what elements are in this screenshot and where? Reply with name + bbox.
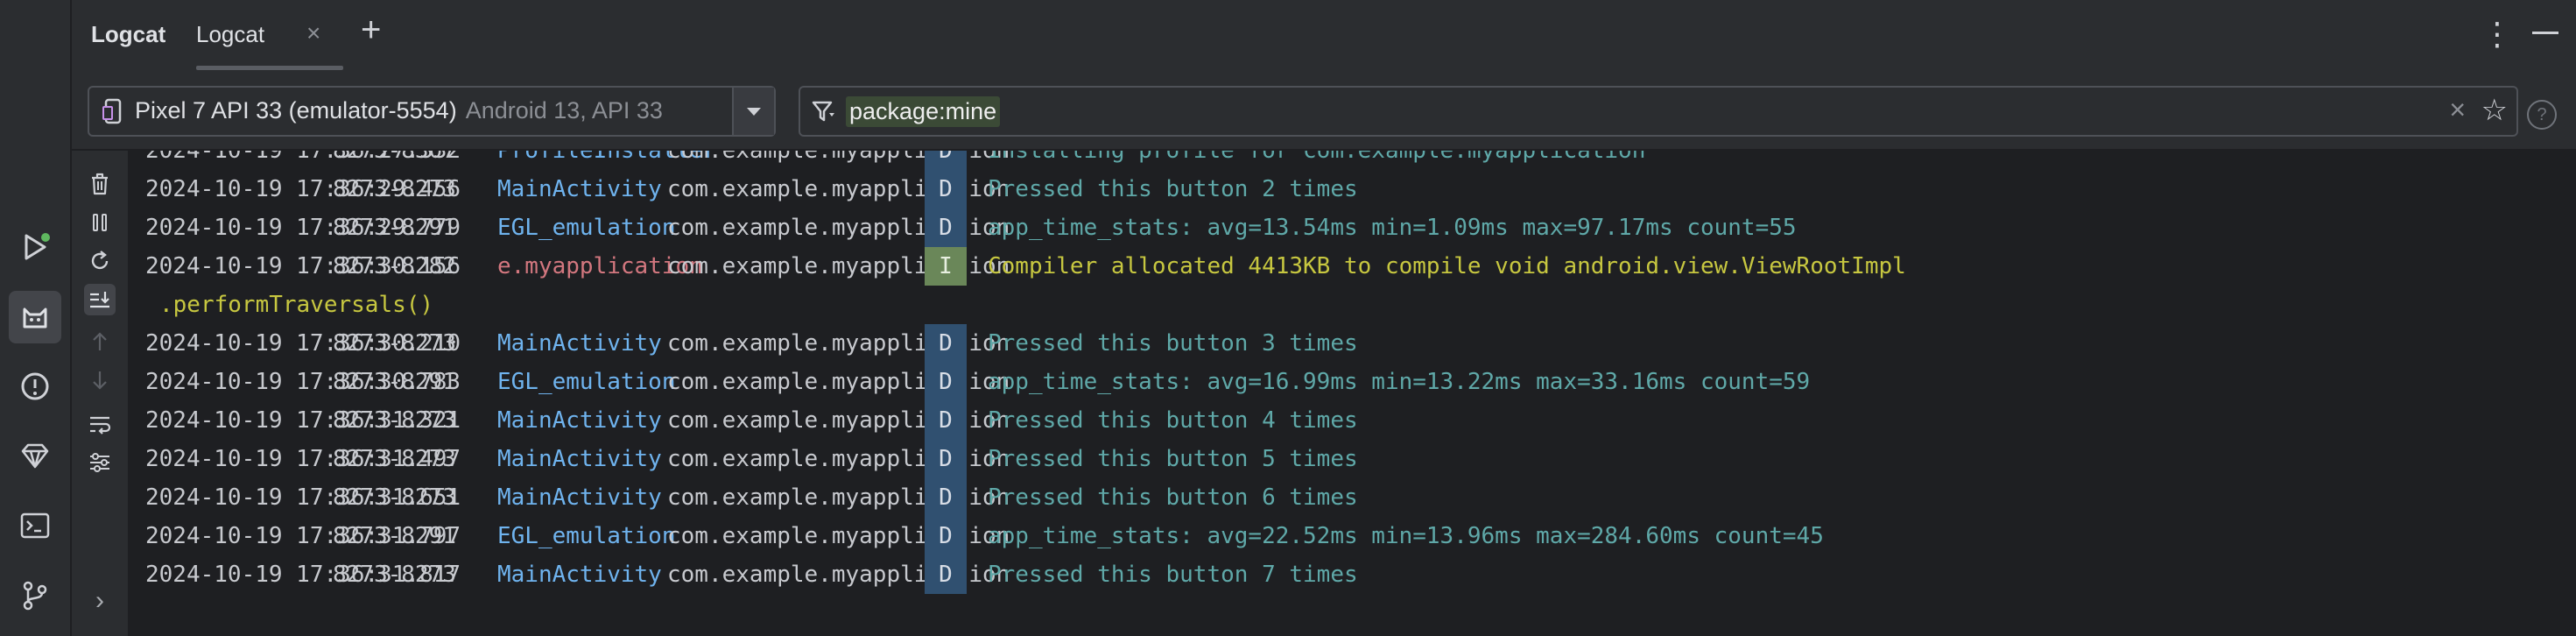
log-level-badge: D [925,555,967,594]
ide-tool-strip [0,0,72,636]
help-icon[interactable]: ? [2527,100,2557,130]
soft-wrap-icon[interactable] [84,408,116,440]
log-pid: 8273-8273 [333,407,456,434]
run-icon[interactable] [18,230,53,265]
log-message: Pressed this button 6 times [988,484,1358,511]
logcat-toolwindow: Logcat Logcat × + ⋮ Pixel 7 API 33 (emul… [72,0,2576,636]
log-tag: MainActivity [497,330,662,357]
log-pid: 8273-8282 [333,253,456,279]
log-message: Pressed this button 7 times [988,562,1358,588]
log-tag: MainActivity [497,446,662,472]
problems-icon[interactable] [18,369,53,404]
terminal-icon[interactable] [18,508,53,543]
log-level-badge: D [925,208,967,247]
log-tag: MainActivity [497,407,662,434]
log-pid: 8273-8291 [333,523,456,549]
log-tag: EGL_emulation [497,523,676,549]
log-level-badge: D [925,478,967,517]
log-pid: 8273-8273 [333,330,456,357]
log-row[interactable]: 2024-10-19 17:36:31.797 8273-8291 EGL_em… [130,517,2576,555]
log-pid: 8273-8307 [333,151,456,164]
settings-icon[interactable] [84,447,116,478]
restart-icon[interactable] [84,245,116,277]
log-row-continuation[interactable]: .performTraversals() [130,286,2576,324]
git-icon[interactable] [18,578,53,613]
log-level-badge: D [925,324,967,363]
log-tag: MainActivity [497,562,662,588]
filter-bar: Pixel 7 API 33 (emulator-5554) Android 13… [72,72,2576,151]
log-row[interactable]: 2024-10-19 17:36:31.321 8273-8273 MainAc… [130,401,2576,440]
log-message: app_time_stats: avg=16.99ms min=13.22ms … [988,369,1811,395]
log-row[interactable]: 2024-10-19 17:36:30.783 8273-8291 EGL_em… [130,363,2576,401]
log-tag: EGL_emulation [497,215,676,241]
device-selector[interactable]: Pixel 7 API 33 (emulator-5554) Android 13… [88,86,776,137]
log-row[interactable]: 2024-10-19 17:36:27.332 8273-8307 Profil… [130,151,2576,170]
close-tab-icon[interactable]: × [306,19,320,47]
log-tag: EGL_emulation [497,369,676,395]
toolwindow-header: Logcat Logcat × + ⋮ [72,0,2576,72]
log-level-badge: D [925,401,967,440]
log-view[interactable]: 2024-10-19 17:36:27.332 8273-8307 Profil… [130,151,2576,636]
log-message-continuation: .performTraversals() [159,292,434,318]
log-message: Pressed this button 3 times [988,330,1358,357]
log-level-badge: I [925,247,967,286]
log-message: Installing profile for com.example.myapp… [988,151,1646,164]
pause-icon[interactable] [84,207,116,238]
log-toolbar: › [72,151,130,636]
scroll-to-end-icon[interactable] [84,284,116,315]
options-menu-icon[interactable]: ⋮ [2481,16,2513,53]
log-row[interactable]: 2024-10-19 17:36:30.210 8273-8273 MainAc… [130,324,2576,363]
log-pid: 8273-8291 [333,215,456,241]
log-row[interactable]: 2024-10-19 17:36:29.456 8273-8273 MainAc… [130,170,2576,208]
device-icon [102,98,124,129]
log-tag: MainActivity [497,484,662,511]
log-row[interactable]: 2024-10-19 17:36:31.817 8273-8273 MainAc… [130,555,2576,594]
log-pid: 8273-8273 [333,176,456,202]
log-level-badge: D [925,151,967,170]
log-message: Compiler allocated 4413KB to compile voi… [988,253,1906,279]
favorite-filter-icon[interactable]: ☆ [2481,93,2508,128]
log-message: Pressed this button 2 times [988,176,1358,202]
active-tab-indicator [196,66,343,70]
log-pid: 8273-8291 [333,369,456,395]
log-message: Pressed this button 4 times [988,407,1358,434]
add-tab-icon[interactable]: + [361,11,381,50]
tab-logcat[interactable]: Logcat [196,21,264,48]
log-pid: 8273-8273 [333,446,456,472]
filter-query: package:mine [846,96,1001,127]
expand-icon[interactable]: › [84,585,116,617]
clear-filter-icon[interactable]: × [2449,94,2466,126]
log-tag: MainActivity [497,176,662,202]
up-arrow-icon[interactable] [84,326,116,357]
filter-input[interactable]: package:mine × ☆ [799,86,2518,137]
log-message: app_time_stats: avg=22.52ms min=13.96ms … [988,523,1824,549]
log-level-badge: D [925,517,967,555]
log-pid: 8273-8273 [333,484,456,511]
log-level-badge: D [925,363,967,401]
log-row[interactable]: 2024-10-19 17:36:31.651 8273-8273 MainAc… [130,478,2576,517]
log-row[interactable]: 2024-10-19 17:36:30.156 8273-8282 e.myap… [130,247,2576,286]
gem-icon[interactable] [18,438,53,473]
log-level-badge: D [925,170,967,208]
device-details: Android 13, API 33 [465,97,663,124]
log-message: Pressed this button 5 times [988,446,1358,472]
log-row[interactable]: 2024-10-19 17:36:29.779 8273-8291 EGL_em… [130,208,2576,247]
log-message: app_time_stats: avg=13.54ms min=1.09ms m… [988,215,1797,241]
minimize-icon[interactable] [2532,32,2558,34]
logcat-icon[interactable] [9,291,61,343]
trash-icon[interactable] [84,168,116,200]
log-level-badge: D [925,440,967,478]
log-pid: 8273-8273 [333,562,456,588]
device-name: Pixel 7 API 33 (emulator-5554) [135,97,457,124]
toolwindow-title: Logcat [91,21,166,47]
device-label: Pixel 7 API 33 (emulator-5554) Android 13… [135,97,663,124]
filter-icon [811,98,837,129]
device-dropdown-button[interactable] [732,88,774,135]
log-row[interactable]: 2024-10-19 17:36:31.497 8273-8273 MainAc… [130,440,2576,478]
down-arrow-icon[interactable] [84,364,116,396]
